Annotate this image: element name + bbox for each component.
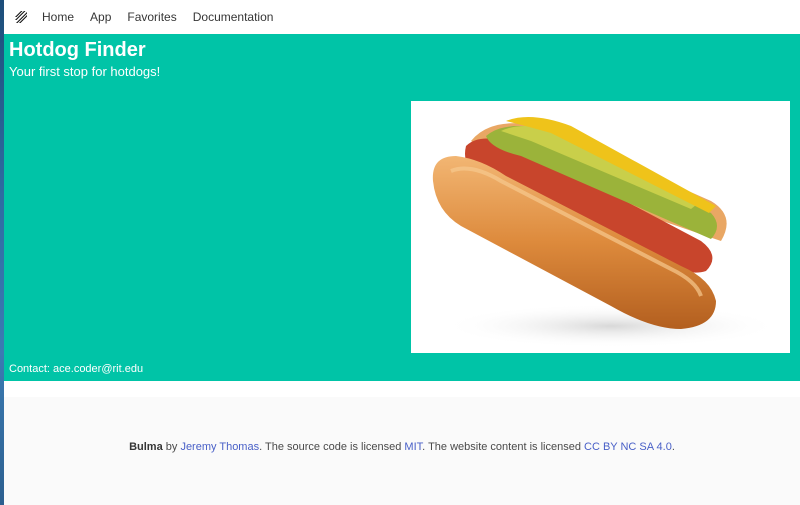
footer-content-text: . The website content is licensed [422,441,584,453]
footer: Bulma by Jeremy Thomas. The source code … [4,397,800,505]
nav-item-documentation[interactable]: Documentation [185,0,282,34]
hotdog-photo [411,101,790,353]
nav-item-home[interactable]: Home [34,0,82,34]
footer-mit-link[interactable]: MIT [404,441,422,453]
footer-source-text: . The source code is licensed [259,441,405,453]
navbar: Home App Favorites Documentation [4,0,800,34]
contact-text: Contact: ace.coder@rit.edu [9,363,144,375]
footer-by: by [162,441,181,453]
bulma-logo-icon [15,11,27,23]
page-title: Hotdog Finder [9,39,146,61]
desktop-background-strip [0,0,4,505]
navbar-brand[interactable] [8,0,34,34]
page-subtitle: Your first stop for hotdogs! [9,64,161,79]
browser-page: Home App Favorites Documentation Hotdog … [4,0,800,505]
hotdog-image [411,101,790,353]
footer-brand: Bulma [129,441,163,453]
nav-item-favorites[interactable]: Favorites [119,0,184,34]
footer-credits: Bulma by Jeremy Thomas. The source code … [4,440,800,454]
footer-license-link[interactable]: CC BY NC SA 4.0 [584,441,672,453]
footer-author-link[interactable]: Jeremy Thomas [180,441,259,453]
footer-end: . [671,441,675,453]
hero-section: Hotdog Finder Your first stop for hotdog… [4,34,800,381]
nav-item-app[interactable]: App [82,0,119,34]
